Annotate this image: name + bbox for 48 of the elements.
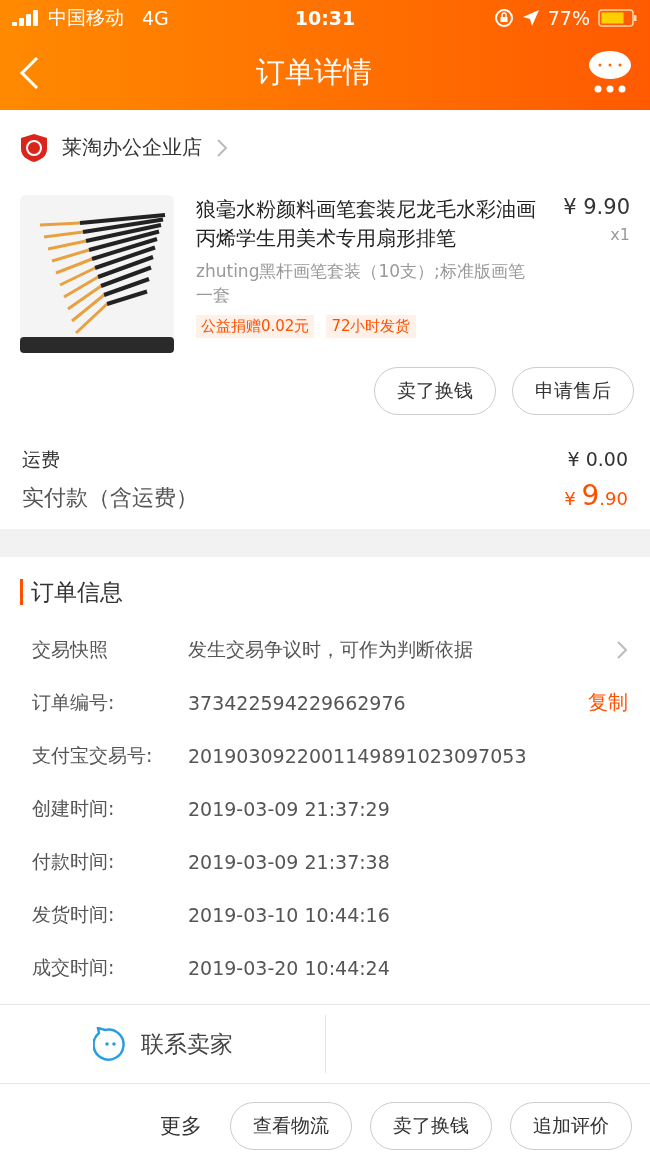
- product-variant: zhuting黑杆画笔套装（10支）;标准版画笔一套: [196, 260, 526, 307]
- info-value: 2019-03-09 21:37:38: [188, 850, 391, 873]
- section-title: 订单信息: [20, 579, 123, 605]
- info-label: 订单编号:: [32, 689, 116, 715]
- product-tag: 72小时发货: [326, 315, 416, 338]
- info-label: 支付宝交易号:: [32, 742, 154, 768]
- info-label: 交易快照: [32, 636, 109, 662]
- shop-name[interactable]: 莱淘办公企业店: [62, 134, 202, 161]
- chat-face-icon: [92, 1027, 127, 1061]
- info-label: 成交时间:: [32, 954, 116, 980]
- action-button[interactable]: 卖了换钱: [374, 367, 496, 415]
- chevron-right-icon[interactable]: [216, 137, 228, 158]
- action-button[interactable]: 卖了换钱: [370, 1102, 492, 1150]
- info-value: 2019-03-09 21:37:29: [188, 797, 391, 820]
- back-icon[interactable]: [18, 55, 40, 91]
- product-quantity: x1: [610, 225, 630, 244]
- product-tag: 公益捐赠0.02元: [196, 315, 315, 338]
- info-label: 付款时间:: [32, 848, 116, 874]
- shop-badge-icon: [20, 132, 48, 163]
- info-label: 发货时间:: [32, 901, 116, 927]
- total-amount: ¥ 9.90: [564, 479, 628, 512]
- fee-label: 实付款（含运费）: [22, 484, 198, 512]
- product-price: ¥ 9.90: [563, 195, 630, 219]
- info-value: 2019030922001149891023097053: [188, 744, 528, 767]
- contact-seller-button[interactable]: 联系卖家: [0, 1015, 326, 1073]
- clock-time: 10:31: [294, 7, 356, 29]
- fee-amount: ¥ 0.00: [567, 448, 628, 470]
- network-type: 4G: [142, 7, 169, 29]
- signal-icon: [12, 10, 40, 26]
- carrier-name: 中国移动: [48, 5, 124, 30]
- info-value: 2019-03-20 10:44:24: [188, 956, 391, 979]
- info-label: 创建时间:: [32, 795, 116, 821]
- location-arrow-icon: [521, 9, 540, 27]
- page-title: 订单详情: [255, 54, 373, 91]
- info-value: 2019-03-10 10:44:16: [188, 903, 391, 926]
- product-title[interactable]: 狼毫水粉颜料画笔套装尼龙毛水彩油画丙烯学生用美术专用扇形排笔: [196, 195, 542, 253]
- info-value: 373422594229662976: [188, 691, 407, 714]
- fee-label: 运费: [22, 447, 60, 472]
- more-menu-icon[interactable]: [588, 51, 632, 95]
- chevron-right-icon[interactable]: [616, 639, 628, 660]
- rotation-lock-icon: [493, 8, 514, 28]
- info-value[interactable]: 发生交易争议时，可作为判断依据: [188, 636, 616, 663]
- more-label[interactable]: 更多: [160, 1112, 202, 1140]
- battery-percent: 77%: [547, 7, 590, 29]
- action-button[interactable]: 申请售后: [512, 367, 634, 415]
- action-button[interactable]: 查看物流: [230, 1102, 352, 1150]
- action-button[interactable]: 追加评价: [510, 1102, 632, 1150]
- battery-icon: [598, 8, 638, 28]
